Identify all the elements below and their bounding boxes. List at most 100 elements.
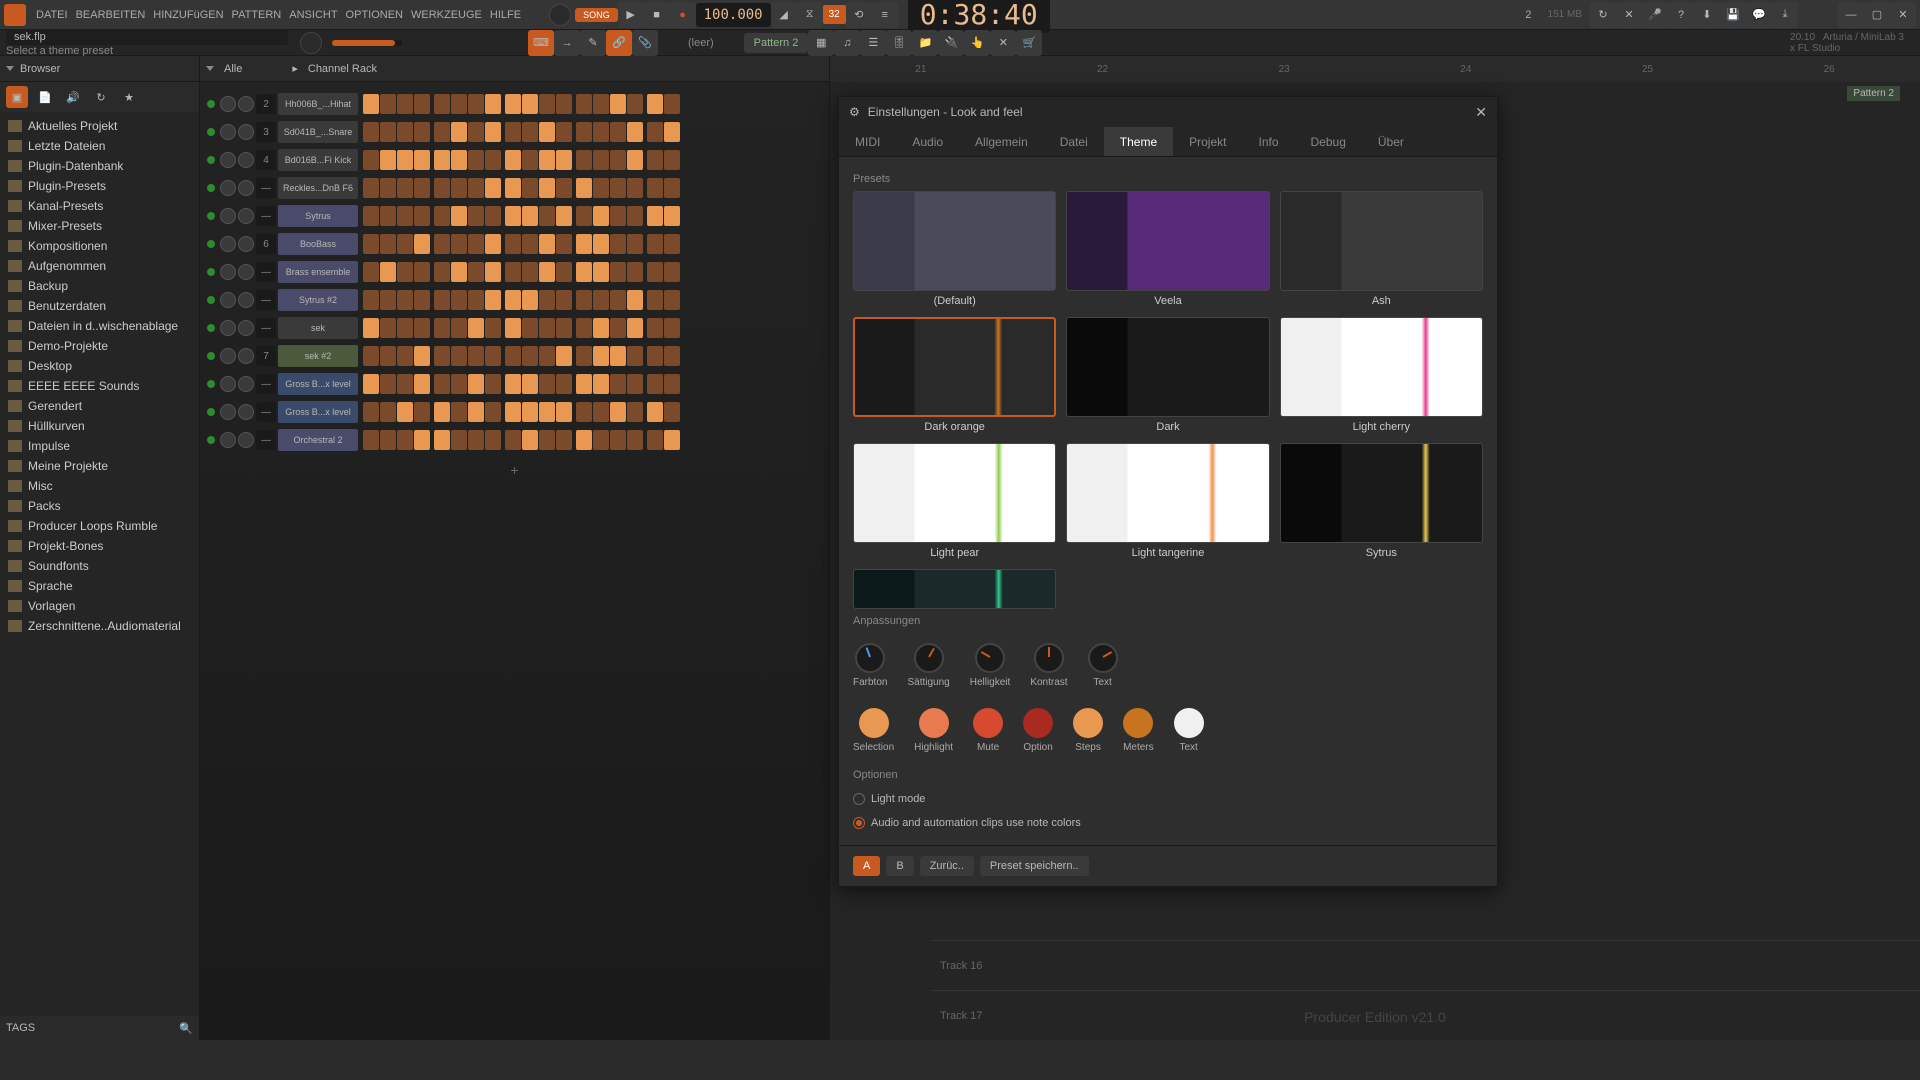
channel-led[interactable]	[207, 380, 215, 388]
vol-knob[interactable]	[238, 320, 254, 336]
step-button[interactable]	[576, 346, 592, 366]
song-mode-button[interactable]: SONG	[575, 8, 618, 22]
channel-number[interactable]: 2	[256, 94, 276, 114]
step-button[interactable]	[593, 402, 609, 422]
step-button[interactable]	[468, 122, 484, 142]
vol-knob[interactable]	[238, 208, 254, 224]
channel-name-button[interactable]: Brass ensemble	[278, 261, 358, 283]
pan-knob[interactable]	[220, 320, 236, 336]
channel-name-button[interactable]: Hh006B_...Hihat	[278, 93, 358, 115]
step-button[interactable]	[414, 430, 430, 450]
channel-led[interactable]	[207, 408, 215, 416]
step-button[interactable]	[522, 318, 538, 338]
step-button[interactable]	[363, 178, 379, 198]
step-button[interactable]	[485, 234, 501, 254]
step-button[interactable]	[522, 178, 538, 198]
step-button[interactable]	[627, 262, 643, 282]
step-button[interactable]	[664, 94, 680, 114]
adjustment-knob[interactable]: Helligkeit	[970, 643, 1011, 688]
channel-name-button[interactable]: Gross B...x level	[278, 373, 358, 395]
step-button[interactable]	[610, 290, 626, 310]
time-display[interactable]: 0:38:40	[908, 0, 1050, 33]
step-button[interactable]	[505, 430, 521, 450]
knob-icon[interactable]	[1034, 643, 1064, 673]
step-button[interactable]	[522, 150, 538, 170]
step-button[interactable]	[627, 374, 643, 394]
step-button[interactable]	[647, 234, 663, 254]
step-button[interactable]	[434, 318, 450, 338]
step-button[interactable]	[414, 318, 430, 338]
step-button[interactable]	[539, 178, 555, 198]
radio-off-icon[interactable]	[853, 793, 865, 805]
channel-led[interactable]	[207, 324, 215, 332]
step-button[interactable]	[593, 122, 609, 142]
step-button[interactable]	[610, 262, 626, 282]
plugin-button[interactable]: 🔌	[938, 30, 964, 56]
record-button[interactable]: ●	[670, 2, 696, 28]
channel-name-button[interactable]: Gross B...x level	[278, 401, 358, 423]
loop-record-button[interactable]: ⟲	[846, 2, 872, 28]
step-button[interactable]	[505, 122, 521, 142]
knob-icon[interactable]	[914, 643, 944, 673]
step-button[interactable]	[647, 150, 663, 170]
channel-led[interactable]	[207, 212, 215, 220]
step-button[interactable]	[363, 318, 379, 338]
browser-item[interactable]: Producer Loops Rumble	[0, 516, 199, 536]
step-button[interactable]	[539, 374, 555, 394]
pan-knob[interactable]	[220, 292, 236, 308]
theme-preset[interactable]: Dark	[1066, 317, 1269, 433]
save-button[interactable]: 💾	[1720, 2, 1746, 28]
pan-knob[interactable]	[220, 96, 236, 112]
step-button[interactable]	[434, 206, 450, 226]
step-button[interactable]	[380, 94, 396, 114]
theme-preset[interactable]: Ash	[1280, 191, 1483, 307]
step-button[interactable]	[576, 178, 592, 198]
shop-button[interactable]: 🛒	[1016, 30, 1042, 56]
playlist-button[interactable]: ▦	[808, 30, 834, 56]
step-button[interactable]	[363, 234, 379, 254]
browser-item[interactable]: Gerendert	[0, 396, 199, 416]
browser-item[interactable]: Meine Projekte	[0, 456, 199, 476]
step-button[interactable]	[414, 346, 430, 366]
dialog-tab[interactable]: Debug	[1295, 127, 1362, 156]
browser-item[interactable]: Zerschnittene..Audiomaterial	[0, 616, 199, 636]
menu-item[interactable]: WERKZEUGE	[411, 9, 482, 21]
channel-led[interactable]	[207, 352, 215, 360]
step-button[interactable]	[505, 318, 521, 338]
step-button[interactable]	[451, 94, 467, 114]
channel-led[interactable]	[207, 268, 215, 276]
step-button[interactable]	[539, 346, 555, 366]
color-swatch[interactable]: Meters	[1123, 708, 1154, 753]
step-button[interactable]	[468, 178, 484, 198]
step-button[interactable]	[451, 318, 467, 338]
browser-item[interactable]: Dateien in d..wischenablage	[0, 316, 199, 336]
browser-item[interactable]: Plugin-Presets	[0, 176, 199, 196]
collapse-icon[interactable]	[6, 66, 14, 71]
channel-row[interactable]: 7sek #2	[200, 342, 829, 370]
option-light-mode[interactable]: Light mode	[853, 787, 1483, 811]
step-button[interactable]	[539, 150, 555, 170]
channel-number[interactable]: 3	[256, 122, 276, 142]
dialog-tab[interactable]: Audio	[896, 127, 959, 156]
snap-selector[interactable]: (leer)	[688, 37, 714, 49]
step-button[interactable]	[593, 178, 609, 198]
step-button[interactable]	[576, 206, 592, 226]
step-button[interactable]	[522, 94, 538, 114]
vol-knob[interactable]	[238, 432, 254, 448]
channel-name-button[interactable]: Orchestral 2	[278, 429, 358, 451]
menu-item[interactable]: PATTERN	[232, 9, 282, 21]
app-logo[interactable]	[4, 4, 26, 26]
step-button[interactable]	[414, 234, 430, 254]
step-button[interactable]	[414, 206, 430, 226]
step-button[interactable]	[556, 122, 572, 142]
browser-item[interactable]: Plugin-Datenbank	[0, 156, 199, 176]
step-button[interactable]	[627, 290, 643, 310]
channel-name-button[interactable]: Reckles...DnB F6	[278, 177, 358, 199]
step-button[interactable]	[647, 122, 663, 142]
step-button[interactable]	[505, 94, 521, 114]
step-button[interactable]	[627, 94, 643, 114]
dialog-tab[interactable]: Datei	[1044, 127, 1104, 156]
browser-item[interactable]: Aufgenommen	[0, 256, 199, 276]
pan-knob[interactable]	[220, 348, 236, 364]
step-button[interactable]	[610, 94, 626, 114]
